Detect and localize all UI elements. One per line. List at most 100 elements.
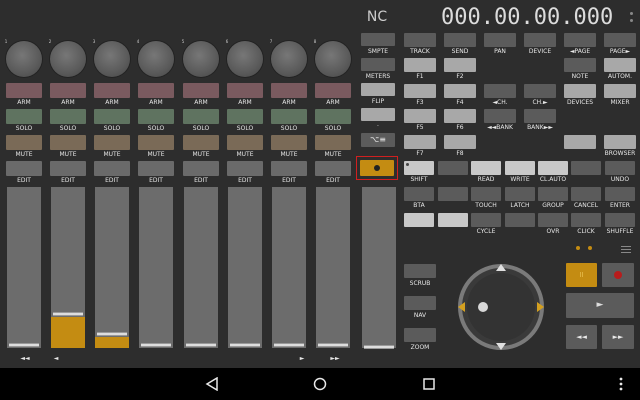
channel-fader[interactable] (184, 187, 218, 348)
solo-button[interactable] (50, 109, 86, 124)
row1-key-pan-button[interactable] (484, 33, 516, 47)
solo-button[interactable] (94, 109, 130, 124)
row5-key-f8-button[interactable] (444, 135, 476, 149)
row1-key-send-button[interactable] (444, 33, 476, 47)
row4-key-bank-button[interactable] (524, 109, 556, 123)
master-fader-cap[interactable] (364, 345, 394, 349)
pause-button[interactable]: II (566, 263, 597, 287)
mute-button[interactable] (271, 135, 307, 150)
pan-knob[interactable] (138, 41, 174, 77)
edit-button[interactable] (6, 161, 42, 176)
channel-fader[interactable] (7, 187, 41, 348)
row6-key-cl-auto-button[interactable] (538, 161, 568, 175)
row5-key-browser-button[interactable] (604, 135, 636, 149)
row6-key-read-button[interactable] (471, 161, 501, 175)
arm-button[interactable] (271, 83, 307, 98)
edit-button[interactable] (50, 161, 86, 176)
solo-button[interactable] (183, 109, 219, 124)
scrub-button[interactable] (404, 264, 436, 278)
master-select-button[interactable] (360, 160, 394, 176)
arm-button[interactable] (227, 83, 263, 98)
pan-knob[interactable] (183, 41, 219, 77)
menu-lines-icon[interactable] (621, 246, 631, 254)
channel-fader[interactable] (272, 187, 306, 348)
row1-key-page-button[interactable] (604, 33, 636, 47)
smpte-button[interactable] (361, 33, 395, 46)
row3-key-ch-button[interactable] (524, 84, 556, 98)
row7-key-bta-button[interactable] (404, 187, 434, 201)
channel-fader[interactable] (316, 187, 350, 348)
arm-button[interactable] (138, 83, 174, 98)
channel-fader[interactable] (95, 187, 129, 348)
row2-key-autom-button[interactable] (604, 58, 636, 72)
fader-cap[interactable] (318, 343, 348, 347)
row1-key-track-button[interactable] (404, 33, 436, 47)
row3-key--ch-button[interactable] (484, 84, 516, 98)
row8-key-blank-button[interactable] (438, 213, 468, 227)
row7-key-cancel-button[interactable] (571, 187, 601, 201)
edit-button[interactable] (94, 161, 130, 176)
row6-key-undo-button[interactable] (605, 161, 635, 175)
pan-knob[interactable] (227, 41, 263, 77)
flip-button[interactable] (361, 83, 395, 96)
pan-knob[interactable] (6, 41, 42, 77)
row8-key-cycle-button[interactable] (471, 213, 501, 227)
solo-button[interactable] (315, 109, 351, 124)
channel-fader[interactable] (51, 187, 85, 348)
row2-key-note-button[interactable] (564, 58, 596, 72)
row7-key-blank-button[interactable] (438, 187, 468, 201)
arm-button[interactable] (315, 83, 351, 98)
nav-button[interactable] (404, 296, 436, 310)
mute-button[interactable] (94, 135, 130, 150)
row3-key-f4-button[interactable] (444, 84, 476, 98)
row5-key-blank-button[interactable] (564, 135, 596, 149)
pan-knob[interactable] (94, 41, 130, 77)
fader-cap[interactable] (274, 343, 304, 347)
mute-button[interactable] (183, 135, 219, 150)
edit-button[interactable] (183, 161, 219, 176)
play-button[interactable]: ► (566, 293, 634, 318)
row8-key-ovr-button[interactable] (538, 213, 568, 227)
edit-button[interactable] (271, 161, 307, 176)
row4-key-f5-button[interactable] (404, 109, 436, 123)
row4-key--bank-button[interactable] (484, 109, 516, 123)
row2-key-f1-button[interactable] (404, 58, 436, 72)
channel-fader[interactable] (228, 187, 262, 348)
master-fader[interactable] (362, 187, 396, 349)
edit-button[interactable] (315, 161, 351, 176)
mute-button[interactable] (227, 135, 263, 150)
edit-button[interactable] (138, 161, 174, 176)
edit-button[interactable] (227, 161, 263, 176)
pan-knob[interactable] (315, 41, 351, 77)
row3-key-devices-button[interactable] (564, 84, 596, 98)
channel-right-button[interactable]: ► (296, 355, 308, 363)
fader-cap[interactable] (97, 332, 127, 336)
recents-icon[interactable] (422, 377, 436, 391)
mute-button[interactable] (6, 135, 42, 150)
row4-key-f6-button[interactable] (444, 109, 476, 123)
solo-button[interactable] (138, 109, 174, 124)
arm-button[interactable] (6, 83, 42, 98)
rewind-button[interactable]: ◄◄ (566, 325, 597, 349)
row3-key-f3-button[interactable] (404, 84, 436, 98)
solo-button[interactable] (227, 109, 263, 124)
fader-cap[interactable] (141, 343, 171, 347)
fader-cap[interactable] (53, 312, 83, 316)
back-icon[interactable] (205, 377, 219, 391)
row6-key-blank-button[interactable] (438, 161, 468, 175)
fader-cap[interactable] (9, 343, 39, 347)
solo-button[interactable] (6, 109, 42, 124)
row8-key-click-button[interactable] (571, 213, 601, 227)
channel-fader[interactable] (139, 187, 173, 348)
bank-left-button[interactable]: ◄◄ (15, 355, 35, 363)
arm-button[interactable] (50, 83, 86, 98)
row5-key-f7-button[interactable] (404, 135, 436, 149)
mute-button[interactable] (138, 135, 174, 150)
record-button[interactable] (602, 263, 634, 287)
overflow-menu-icon[interactable] (618, 377, 624, 391)
row2-key-f2-button[interactable] (444, 58, 476, 72)
row1-key-device-button[interactable] (524, 33, 556, 47)
arm-button[interactable] (183, 83, 219, 98)
fader-cap[interactable] (230, 343, 260, 347)
channel-left-button[interactable]: ◄ (50, 355, 62, 363)
